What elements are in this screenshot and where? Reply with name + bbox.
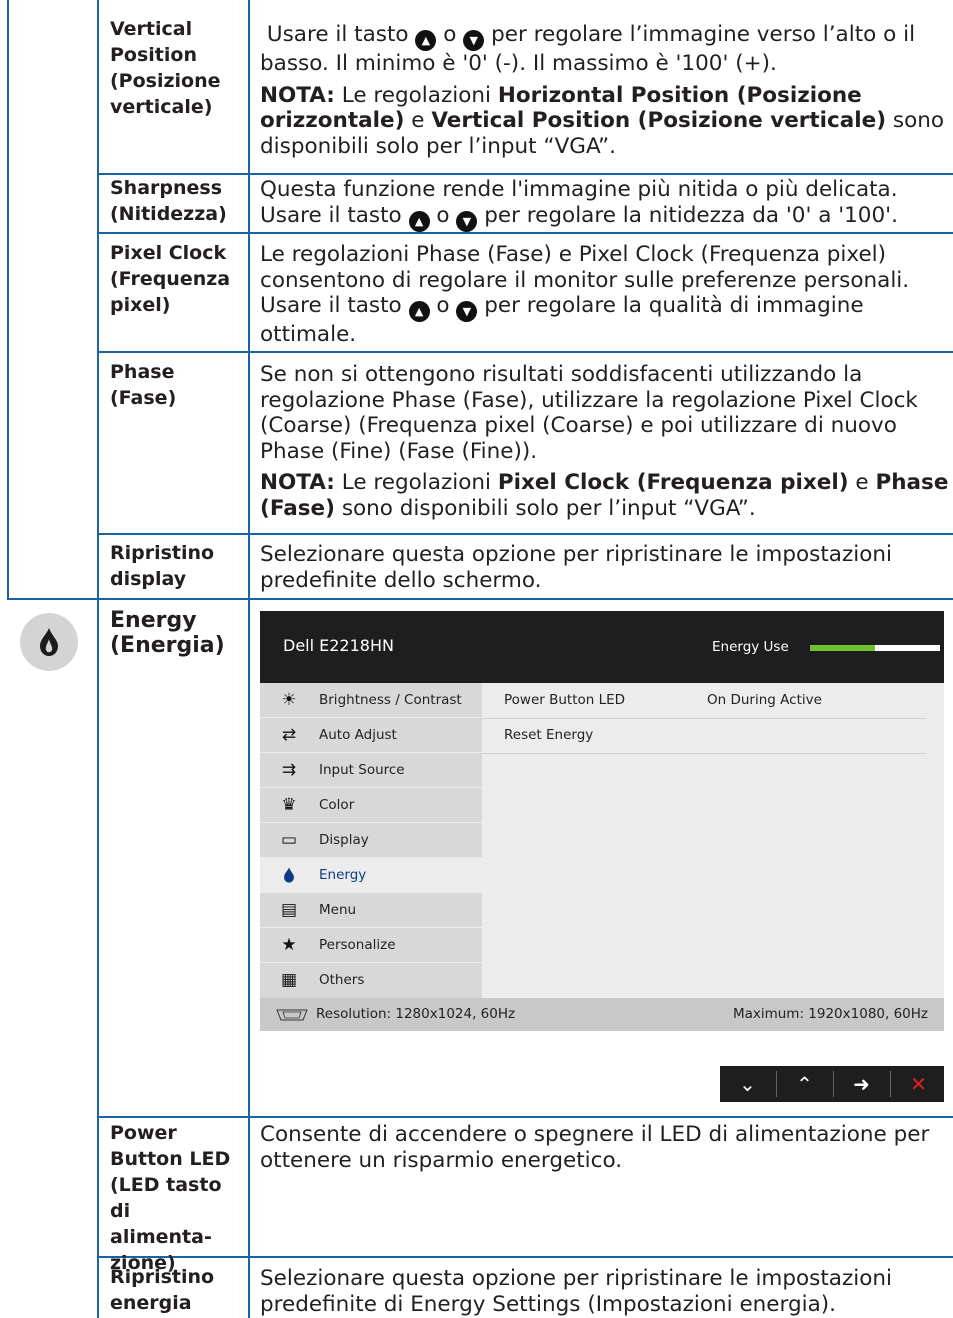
desc-pixel-clock: Le regolazioni Phase (Fase) e Pixel Cloc… — [260, 242, 910, 347]
right-arrow-icon[interactable]: ➜ — [834, 1066, 889, 1102]
others-icon: ▦ — [280, 970, 298, 990]
menu-icon: ▤ — [280, 900, 298, 920]
desc-reset-energy: Selezionare questa opzione per ripristin… — [260, 1266, 892, 1317]
label-sharpness: Sharpness (Nitidezza) — [110, 177, 227, 225]
close-icon[interactable]: ✕ — [891, 1066, 946, 1102]
setting-value: On During Active — [707, 692, 822, 708]
energy-section-icon — [20, 613, 78, 671]
label-vertical-position: Vertical Position (Posizione verticale) — [110, 18, 221, 118]
row-divider — [97, 533, 953, 535]
energy-use-meter-fill — [810, 645, 875, 651]
osd-main-menu: ☀ Brightness / Contrast ⇄ Auto Adjust ⇉ … — [260, 683, 482, 998]
section-divider — [7, 598, 953, 600]
menu-item-energy[interactable]: Energy — [260, 858, 482, 893]
osd-title: Dell E2218HN — [283, 636, 394, 655]
row-divider — [97, 1116, 953, 1118]
desc-reset-display: Selezionare questa opzione per ripristin… — [260, 542, 892, 593]
label-phase: Phase (Fase) — [110, 361, 177, 409]
down-arrow-icon: ▼ — [456, 210, 478, 232]
flame-icon — [40, 628, 58, 656]
menu-item-color[interactable]: ♛ Color — [260, 788, 482, 823]
energy-icon — [278, 866, 300, 885]
table-left-border — [7, 0, 9, 600]
up-arrow-icon: ▲ — [408, 210, 430, 232]
table-label-border — [97, 0, 99, 1318]
note-phase: NOTA: Le regolazioni Pixel Clock (Freque… — [260, 470, 949, 495]
desc-sharpness: Questa funzione rende l'immagine più nit… — [260, 177, 950, 232]
down-arrow-icon: ▼ — [463, 30, 485, 51]
maximum-resolution-text: Maximum: 1920x1080, 60Hz — [732, 1006, 928, 1022]
down-arrow-icon: ▼ — [456, 301, 478, 322]
color-icon: ♛ — [281, 795, 297, 815]
desc-phase: Se non si ottengono risultati soddisface… — [260, 362, 949, 521]
row-divider — [97, 232, 953, 234]
menu-item-input-source[interactable]: ⇉ Input Source — [260, 753, 482, 788]
table-column-divider — [248, 0, 250, 1318]
desc-vertical-position: Usare il tasto ▲ o ▼ per regolare l’imma… — [260, 22, 950, 159]
down-arrow-icon[interactable]: ⌄ — [720, 1066, 775, 1102]
up-arrow-icon[interactable]: ⌃ — [777, 1066, 832, 1102]
note-vertical-position: NOTA: Le regolazioni Horizontal Position… — [260, 82, 862, 108]
vga-connector-icon — [276, 1009, 308, 1021]
menu-item-auto-adjust[interactable]: ⇄ Auto Adjust — [260, 718, 482, 753]
label-energy: Energy (Energia) — [110, 608, 225, 658]
osd-energy-submenu: Power Button LED On During Active Reset … — [482, 683, 944, 998]
label-reset-display: Ripristino display — [110, 542, 215, 590]
setting-reset-energy[interactable]: Reset Energy — [482, 718, 926, 754]
menu-item-personalize[interactable]: ★ Personalize — [260, 928, 482, 963]
up-arrow-icon: ▲ — [415, 30, 437, 51]
menu-item-menu[interactable]: ▤ Menu — [260, 893, 482, 928]
menu-item-others[interactable]: ▦ Others — [260, 963, 482, 998]
menu-item-display[interactable]: ▭ Display — [260, 823, 482, 858]
osd-header: Dell E2218HN Energy Use — [260, 611, 944, 683]
osd-menu-screenshot: Dell E2218HN Energy Use ☀ Brightness / C… — [260, 611, 944, 1031]
auto-adjust-icon: ⇄ — [281, 725, 297, 745]
osd-control-buttons: ⌄ ⌃ ➜ ✕ — [720, 1066, 944, 1102]
row-divider — [97, 351, 953, 353]
energy-use-meter — [810, 645, 940, 651]
label-reset-energy: Ripristino energia — [110, 1266, 215, 1314]
label-pixel-clock: Pixel Clock (Frequenza pixel) — [110, 242, 231, 316]
input-source-icon: ⇉ — [281, 760, 297, 780]
energy-use-label: Energy Use — [712, 639, 789, 655]
osd-footer: Resolution: 1280x1024, 60Hz Maximum: 192… — [260, 998, 944, 1031]
menu-item-brightness-contrast[interactable]: ☀ Brightness / Contrast — [260, 683, 482, 718]
setting-power-button-led[interactable]: Power Button LED On During Active — [482, 683, 926, 719]
label-power-button-led: Power Button LED (LED tasto di alimenta-… — [110, 1122, 231, 1274]
brightness-icon: ☀ — [281, 690, 297, 710]
desc-power-button-led: Consente di accendere o spegnere il LED … — [260, 1122, 930, 1173]
resolution-text: Resolution: 1280x1024, 60Hz — [316, 1006, 516, 1022]
up-arrow-icon: ▲ — [408, 301, 430, 322]
display-icon: ▭ — [280, 830, 298, 850]
star-icon: ★ — [281, 935, 297, 955]
